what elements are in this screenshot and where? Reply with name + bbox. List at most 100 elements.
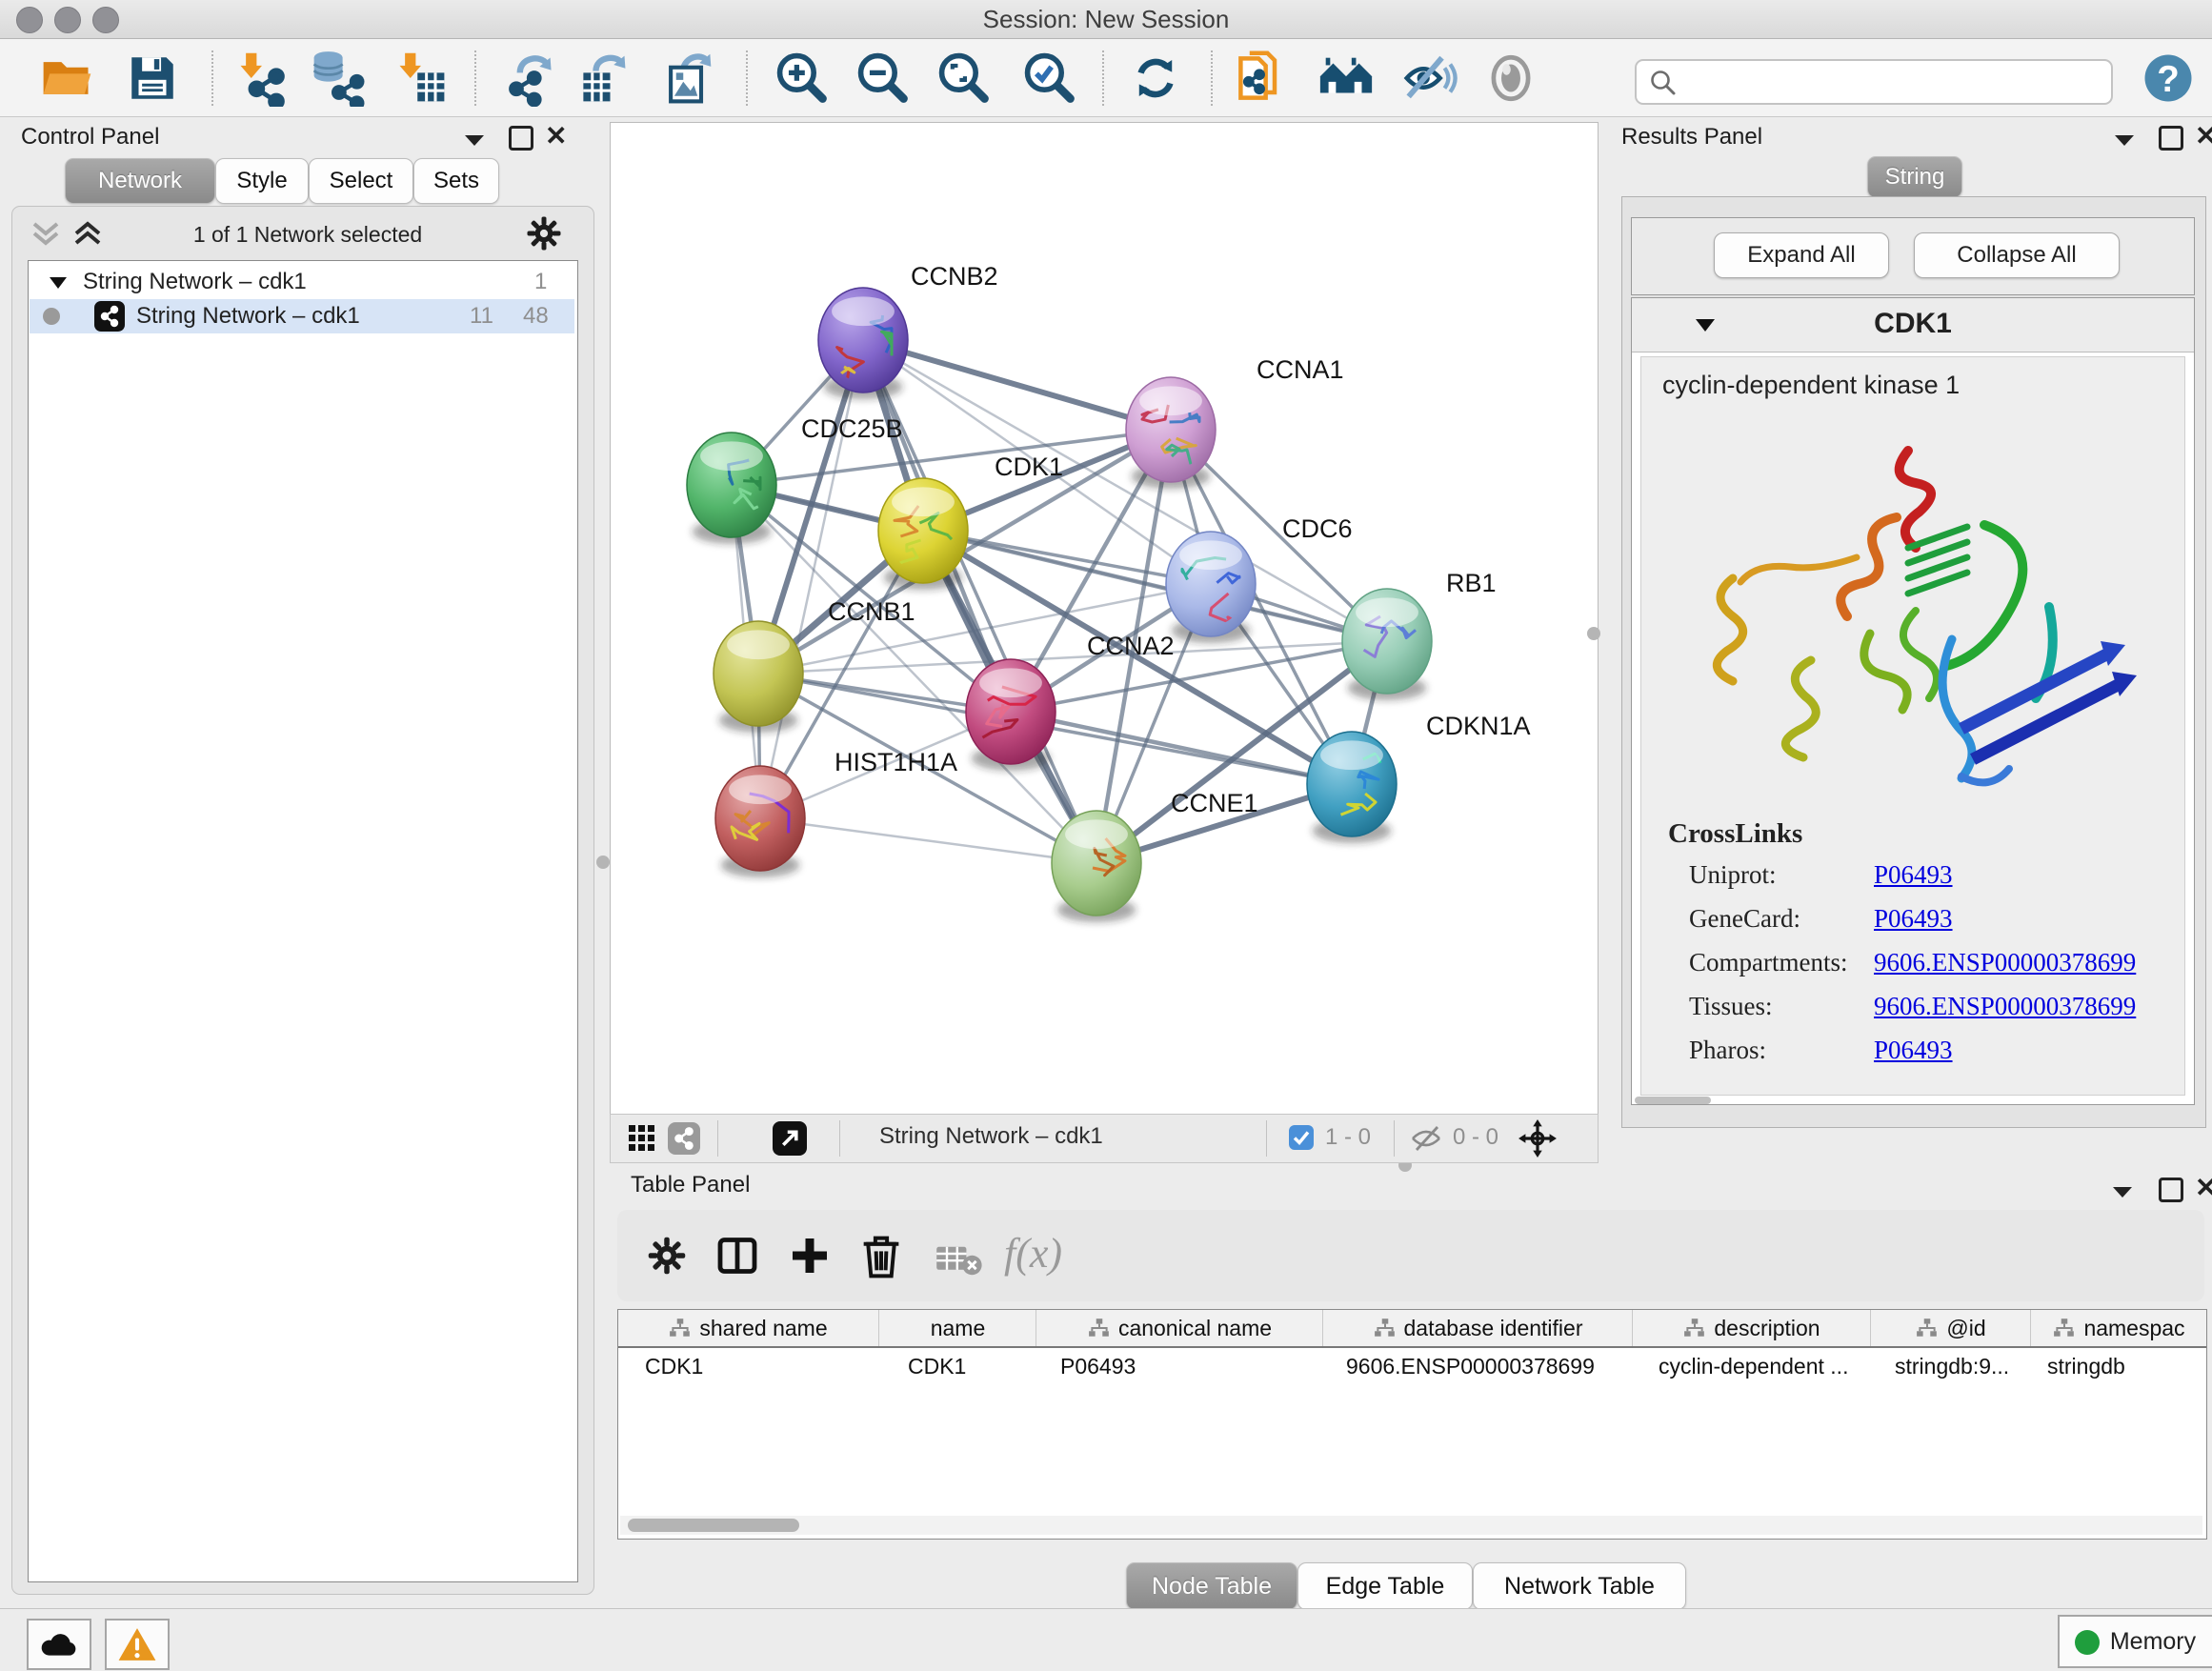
cell-name: CDK1 bbox=[908, 1350, 966, 1382]
results-panel-collapse-icon[interactable] bbox=[2113, 131, 2136, 149]
export-network-button[interactable] bbox=[500, 48, 561, 109]
zoom-fit-button[interactable] bbox=[934, 48, 995, 109]
tab-edge-table[interactable]: Edge Table bbox=[1297, 1562, 1473, 1610]
cell-namespace: stringdb bbox=[2047, 1350, 2125, 1382]
refresh-button[interactable] bbox=[1125, 48, 1186, 109]
table-hscrollbar-thumb[interactable] bbox=[628, 1519, 799, 1532]
network-edge[interactable] bbox=[760, 818, 1096, 863]
results-panel-close-icon[interactable]: ✕ bbox=[2195, 120, 2212, 151]
table-panel-close-icon[interactable]: ✕ bbox=[2195, 1172, 2212, 1203]
crosslink-link-pharos[interactable]: P06493 bbox=[1874, 1036, 1953, 1065]
network-node-cdc25b[interactable]: CDC25B bbox=[687, 414, 903, 544]
column-header-database-identifier[interactable]: database identifier bbox=[1322, 1310, 1633, 1346]
collapse-all-button[interactable]: Collapse All bbox=[1914, 232, 2120, 278]
fit-selected-crosshair-icon[interactable] bbox=[1518, 1118, 1558, 1158]
selected-checkbox-icon[interactable] bbox=[1289, 1125, 1314, 1150]
results-panel-title: Results Panel bbox=[1621, 124, 1762, 151]
tab-node-table[interactable]: Node Table bbox=[1126, 1562, 1297, 1610]
table-panel-collapse-icon[interactable] bbox=[2111, 1183, 2134, 1200]
home-button[interactable] bbox=[1316, 48, 1377, 109]
control-panel-close-icon[interactable]: ✕ bbox=[545, 120, 567, 151]
share-document-button[interactable] bbox=[1230, 48, 1291, 109]
tab-style[interactable]: Style bbox=[215, 158, 309, 204]
network-node-label: CCNB1 bbox=[828, 597, 915, 626]
table-panel-float-icon[interactable] bbox=[2159, 1178, 2183, 1202]
show-eye-button[interactable] bbox=[1480, 48, 1541, 109]
save-session-button[interactable] bbox=[122, 48, 183, 109]
network-edge[interactable] bbox=[923, 531, 1387, 641]
column-header-canonical-name[interactable]: canonical name bbox=[1036, 1310, 1323, 1346]
crosslink-link-compartments[interactable]: 9606.ENSP00000378699 bbox=[1874, 948, 2136, 977]
tab-network-table[interactable]: Network Table bbox=[1473, 1562, 1686, 1610]
crosslink-link-uniprot[interactable]: P06493 bbox=[1874, 860, 1953, 890]
import-network-file-button[interactable] bbox=[231, 48, 292, 109]
hidden-count: 0 - 0 bbox=[1453, 1124, 1498, 1151]
expand-all-icon[interactable] bbox=[71, 220, 104, 249]
column-header-name[interactable]: name bbox=[878, 1310, 1036, 1346]
network-node-ccnb2[interactable]: CCNB2 bbox=[818, 262, 998, 399]
network-edge[interactable] bbox=[1011, 712, 1352, 784]
import-network-database-button[interactable] bbox=[307, 48, 368, 109]
cloud-services-button[interactable] bbox=[27, 1619, 91, 1670]
collapse-all-icon[interactable] bbox=[30, 220, 62, 249]
column-header-shared-name[interactable]: shared name bbox=[618, 1310, 878, 1346]
tab-string[interactable]: String bbox=[1867, 156, 1962, 198]
zoom-in-button[interactable] bbox=[772, 48, 833, 109]
control-panel-float-icon[interactable] bbox=[509, 126, 533, 151]
network-canvas[interactable]: CCNB2CCNA1CDC25BCDK1CDC6RB1CCNB1CCNA2CDK… bbox=[610, 122, 1599, 1115]
protein-card-header[interactable]: CDK1 bbox=[1632, 298, 2194, 352]
control-panel-title: Control Panel bbox=[21, 124, 159, 151]
hidden-eye-icon[interactable] bbox=[1409, 1124, 1443, 1153]
function-builder-button[interactable]: f(x) bbox=[1004, 1229, 1062, 1278]
network-node-ccne1[interactable]: CCNE1 bbox=[1052, 789, 1258, 922]
delete-column-icon[interactable] bbox=[857, 1231, 905, 1280]
column-header-description[interactable]: description bbox=[1632, 1310, 1871, 1346]
open-in-window-icon[interactable] bbox=[773, 1121, 807, 1156]
cell-database-identifier: 9606.ENSP00000378699 bbox=[1346, 1350, 1595, 1382]
import-table-file-button[interactable] bbox=[391, 48, 452, 109]
network-share-icon[interactable] bbox=[668, 1122, 700, 1155]
network-node-rb1[interactable]: RB1 bbox=[1342, 569, 1497, 700]
table-settings-gear-icon[interactable] bbox=[646, 1235, 688, 1277]
zoom-out-button[interactable] bbox=[853, 48, 914, 109]
tab-select[interactable]: Select bbox=[309, 158, 413, 204]
control-panel-collapse-icon[interactable] bbox=[463, 131, 486, 149]
network-node-cdkn1a[interactable]: CDKN1A bbox=[1307, 712, 1531, 843]
tree-column-icon bbox=[1916, 1318, 1939, 1339]
tab-sets[interactable]: Sets bbox=[413, 158, 499, 204]
network-options-gear-icon[interactable] bbox=[525, 214, 563, 252]
network-tree-root-row[interactable]: String Network – cdk1 1 bbox=[30, 265, 574, 299]
network-node-ccna1[interactable]: CCNA1 bbox=[1126, 355, 1344, 489]
table-hscrollbar[interactable] bbox=[620, 1516, 2202, 1535]
add-column-icon[interactable] bbox=[787, 1233, 833, 1278]
memory-button[interactable]: Memory bbox=[2058, 1615, 2212, 1668]
open-session-button[interactable] bbox=[36, 48, 97, 109]
zoom-selected-button[interactable] bbox=[1019, 48, 1080, 109]
tree-column-icon bbox=[2053, 1318, 2076, 1339]
search-input[interactable] bbox=[1686, 63, 2100, 99]
column-header-namespace[interactable]: namespac bbox=[2030, 1310, 2207, 1346]
network-edge[interactable] bbox=[863, 340, 1171, 430]
birdseye-grid-icon[interactable] bbox=[628, 1124, 656, 1153]
tree-expander-icon[interactable] bbox=[49, 275, 68, 290]
table-header-row: shared name name canonical name database… bbox=[618, 1310, 2206, 1348]
hide-glasses-button[interactable] bbox=[1398, 48, 1459, 109]
results-panel-float-icon[interactable] bbox=[2159, 126, 2183, 151]
left-splitter-handle[interactable] bbox=[596, 856, 610, 869]
crosslink-link-genecard[interactable]: P06493 bbox=[1874, 904, 1953, 934]
delete-table-icon[interactable] bbox=[934, 1242, 983, 1277]
network-node-hist1h1a[interactable]: HIST1H1A bbox=[715, 748, 957, 877]
right-splitter-handle[interactable] bbox=[1587, 627, 1600, 640]
results-hscrollbar-thumb[interactable] bbox=[1635, 1097, 1711, 1104]
warnings-button[interactable] bbox=[105, 1619, 170, 1670]
help-button[interactable]: ? bbox=[2138, 48, 2199, 109]
tab-network[interactable]: Network bbox=[65, 158, 215, 204]
crosslink-link-tissues[interactable]: 9606.ENSP00000378699 bbox=[1874, 992, 2136, 1021]
column-header-id[interactable]: @id bbox=[1870, 1310, 2031, 1346]
show-columns-icon[interactable] bbox=[714, 1233, 760, 1278]
expand-all-button[interactable]: Expand All bbox=[1714, 232, 1889, 278]
network-tree-child-row[interactable]: String Network – cdk1 11 48 bbox=[30, 299, 574, 333]
export-image-button[interactable] bbox=[656, 48, 717, 109]
network-graph[interactable]: CCNB2CCNA1CDC25BCDK1CDC6RB1CCNB1CCNA2CDK… bbox=[611, 123, 1598, 1114]
export-table-button[interactable] bbox=[573, 48, 633, 109]
